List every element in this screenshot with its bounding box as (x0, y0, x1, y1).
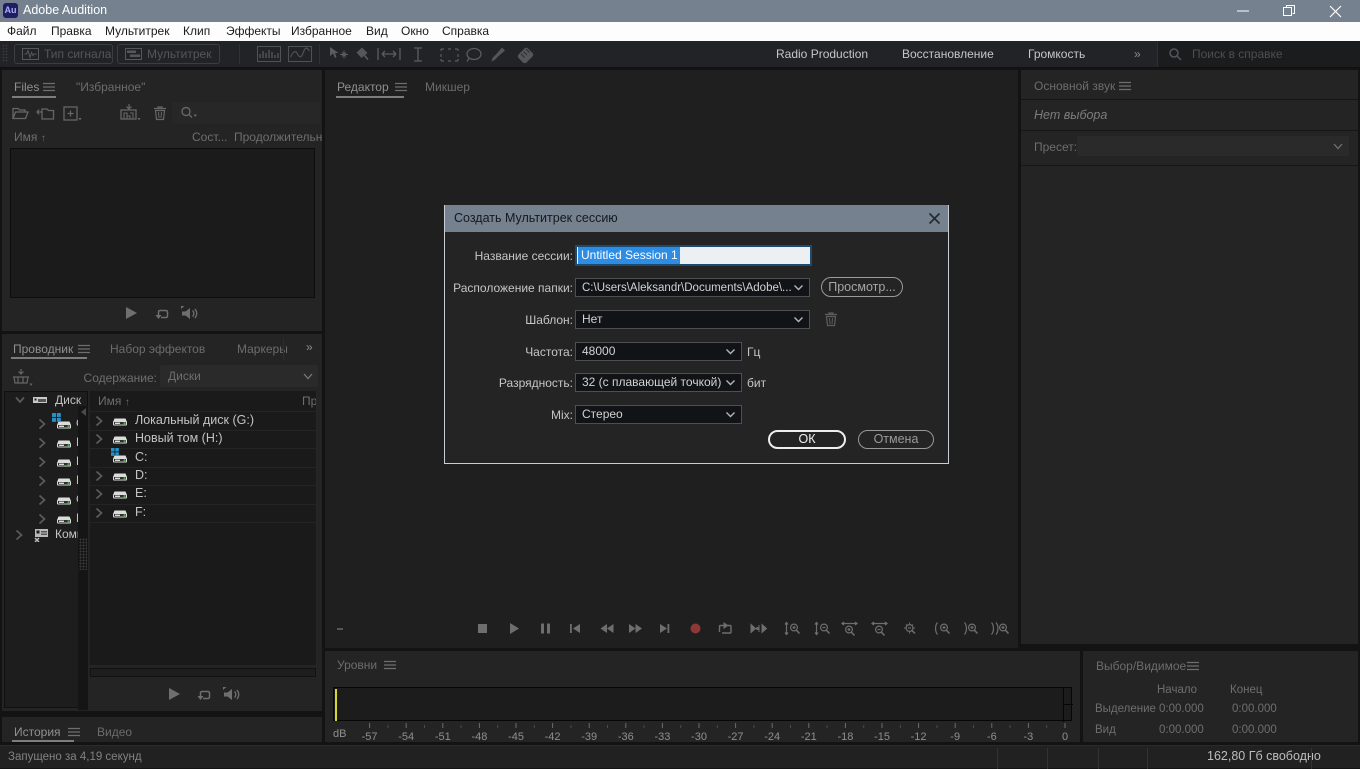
svg-text:-42: -42 (545, 731, 561, 742)
svg-text:-54: -54 (398, 731, 414, 742)
svg-text:-33: -33 (654, 731, 670, 742)
svg-text:-48: -48 (471, 731, 487, 742)
svg-text:0: 0 (1062, 731, 1068, 742)
svg-text:-51: -51 (435, 731, 451, 742)
svg-text:dB: dB (333, 728, 346, 740)
svg-text:-45: -45 (508, 731, 524, 742)
svg-text:-15: -15 (874, 731, 890, 742)
svg-text:-57: -57 (362, 731, 378, 742)
svg-text:-36: -36 (618, 731, 634, 742)
svg-text:-39: -39 (581, 731, 597, 742)
svg-text:-27: -27 (728, 731, 744, 742)
svg-text:-24: -24 (764, 731, 780, 742)
svg-text:-30: -30 (691, 731, 707, 742)
svg-text:-6: -6 (987, 731, 997, 742)
svg-text:-18: -18 (837, 731, 853, 742)
svg-text:-21: -21 (801, 731, 817, 742)
svg-text:-9: -9 (950, 731, 960, 742)
svg-text:-12: -12 (911, 731, 927, 742)
svg-text:-3: -3 (1024, 731, 1034, 742)
